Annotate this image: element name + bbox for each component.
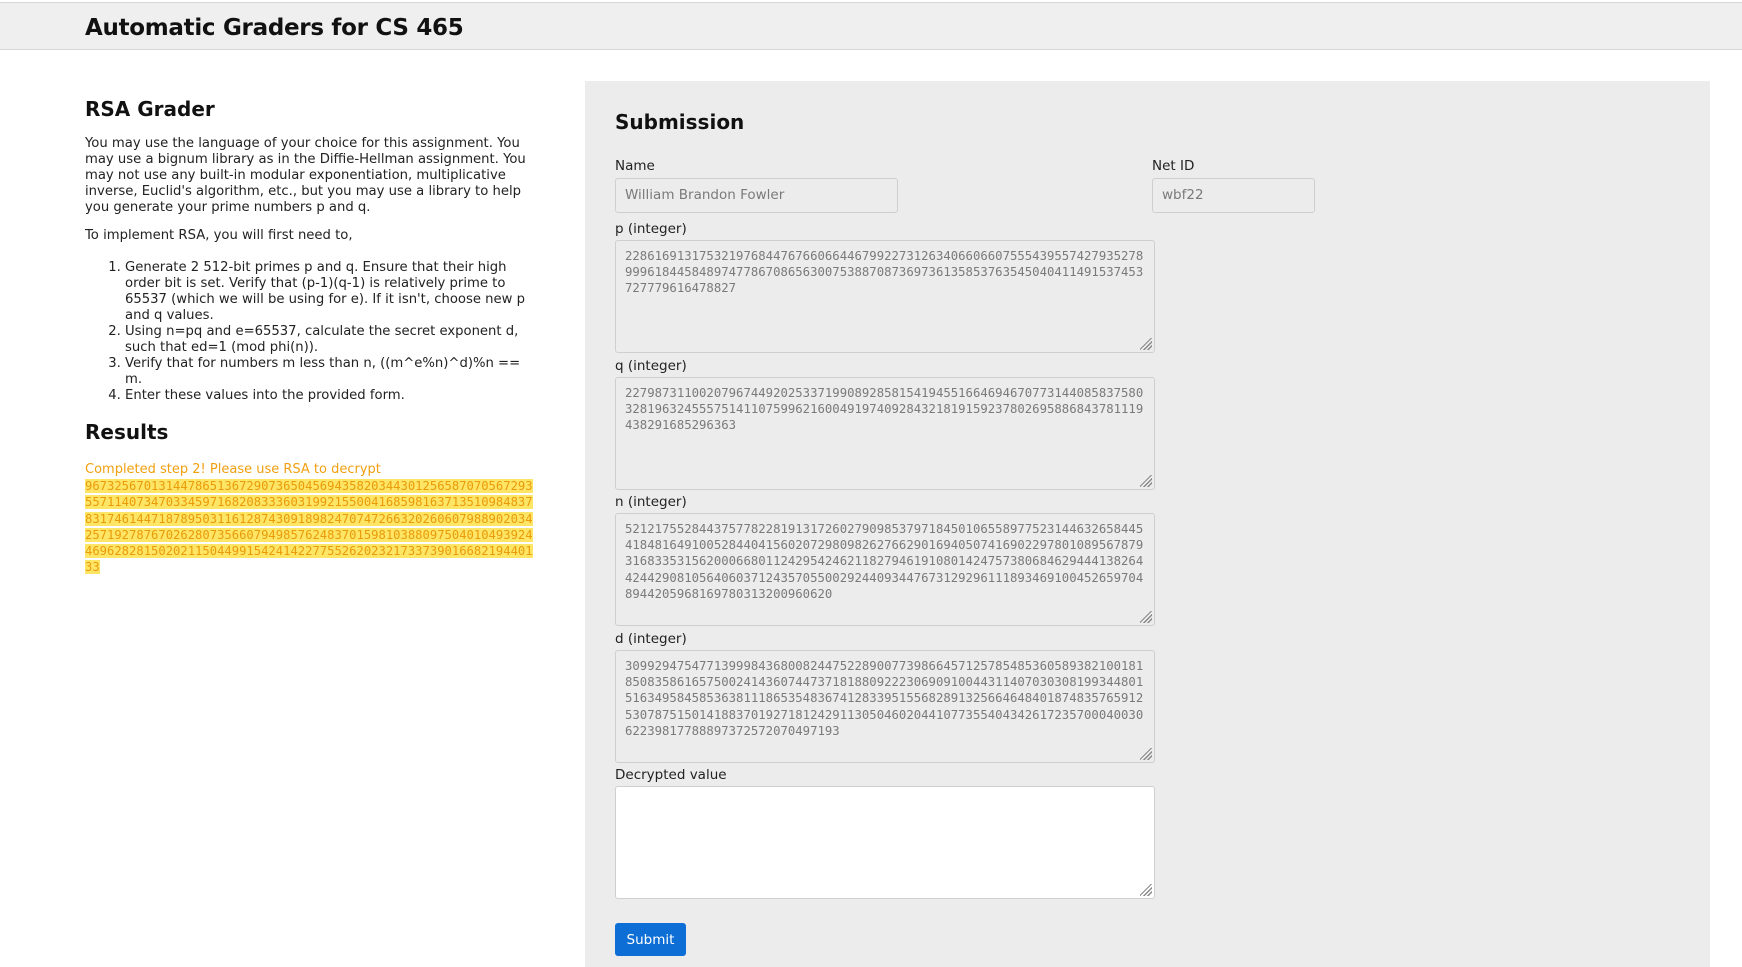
p-label: p (integer): [615, 221, 687, 237]
netid-label: Net ID: [1152, 158, 1195, 174]
resize-handle-icon[interactable]: [1140, 884, 1152, 896]
decrypted-field[interactable]: [615, 786, 1155, 899]
step-item: Enter these values into the provided for…: [125, 388, 535, 404]
n-label: n (integer): [615, 494, 687, 510]
submission-panel: Submission Name William Brandon Fowler N…: [585, 81, 1710, 967]
resize-handle-icon[interactable]: [1140, 748, 1152, 760]
netid-field[interactable]: wbf22: [1152, 178, 1315, 213]
p-field[interactable]: 2286169131753219768447676606644679922731…: [615, 240, 1155, 353]
resize-handle-icon[interactable]: [1140, 338, 1152, 350]
q-label: q (integer): [615, 358, 687, 374]
results-label: Completed step 2! Please use RSA to decr…: [85, 462, 381, 477]
resize-handle-icon[interactable]: [1140, 611, 1152, 623]
steps-list: Generate 2 512-bit primes p and q. Ensur…: [85, 260, 535, 404]
d-label: d (integer): [615, 631, 687, 647]
step-item: Generate 2 512-bit primes p and q. Ensur…: [125, 260, 535, 324]
assignment-description: RSA Grader You may use the language of y…: [85, 97, 535, 575]
d-field[interactable]: 3099294754771399984368008244752289007739…: [615, 650, 1155, 763]
name-field[interactable]: William Brandon Fowler: [615, 178, 898, 213]
app-title: Automatic Graders for CS 465: [85, 15, 464, 41]
submit-button[interactable]: Submit: [615, 923, 686, 956]
step-item: Using n=pq and e=65537, calculate the se…: [125, 324, 535, 356]
q-field[interactable]: 2279873110020796744920253371990892858154…: [615, 377, 1155, 490]
n-field[interactable]: 5212175528443757782281913172602790985379…: [615, 513, 1155, 626]
ciphertext-value: 9673256701314478651367290736504569435820…: [85, 479, 533, 575]
d-value: 3099294754771399984368008244752289007739…: [625, 659, 1144, 738]
p-value: 2286169131753219768447676606644679922731…: [625, 249, 1144, 296]
resize-handle-icon[interactable]: [1140, 475, 1152, 487]
results-title: Results: [85, 420, 169, 444]
n-value: 5212175528443757782281913172602790985379…: [625, 522, 1144, 601]
q-value: 2279873110020796744920253371990892858154…: [625, 386, 1144, 433]
step-item: Verify that for numbers m less than n, (…: [125, 356, 535, 388]
submission-title: Submission: [615, 110, 745, 134]
name-label: Name: [615, 158, 655, 174]
results-message: Completed step 2! Please use RSA to decr…: [85, 461, 535, 575]
grader-title: RSA Grader: [85, 97, 215, 121]
intro-text: You may use the language of your choice …: [85, 136, 526, 215]
decrypted-label: Decrypted value: [615, 767, 727, 783]
top-bar: Automatic Graders for CS 465: [0, 2, 1742, 50]
implement-text: To implement RSA, you will first need to…: [85, 228, 353, 243]
